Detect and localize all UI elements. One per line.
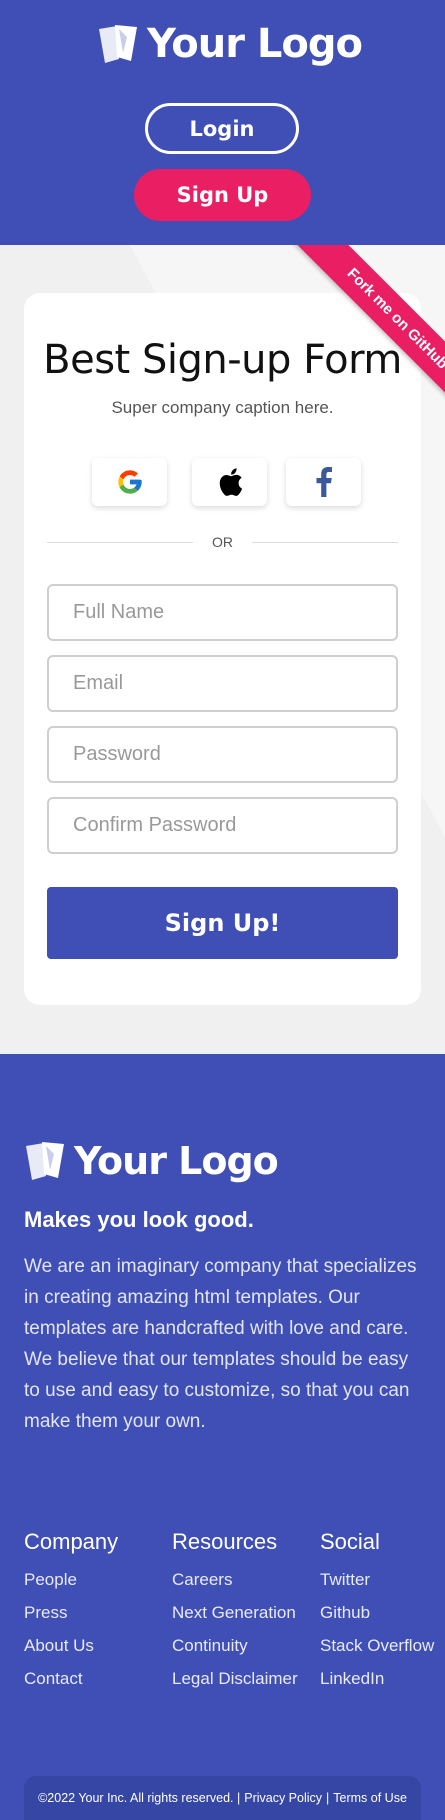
logo-text: Your Logo bbox=[147, 21, 363, 67]
footer-link-legal-disclaimer[interactable]: Legal Disclaimer bbox=[172, 1668, 298, 1701]
footer-link-people[interactable]: People bbox=[24, 1569, 118, 1602]
footer-tagline: Makes you look good. bbox=[24, 1207, 254, 1232]
footer-link-next-generation[interactable]: Next Generation bbox=[172, 1602, 298, 1635]
footer-link-stack-overflow[interactable]: Stack Overflow bbox=[320, 1635, 434, 1668]
site-footer: Your Logo Makes you look good. We are an… bbox=[0, 1054, 445, 1820]
facebook-icon bbox=[316, 467, 332, 497]
password-field[interactable] bbox=[47, 726, 398, 783]
header-logo[interactable]: Your Logo bbox=[97, 20, 363, 68]
footer-about-text: We are an imaginary company that special… bbox=[24, 1256, 417, 1432]
facebook-signin-button[interactable] bbox=[286, 458, 361, 506]
footer-column-social: Social Twitter Github Stack Overflow Lin… bbox=[320, 1529, 434, 1701]
footer-column-title: Company bbox=[24, 1529, 119, 1554]
email-field[interactable] bbox=[47, 655, 398, 712]
footer-link-about-us[interactable]: About Us bbox=[24, 1635, 118, 1668]
fork-on-github-ribbon[interactable]: Fork me on GitHub bbox=[292, 245, 445, 415]
footer-logo[interactable]: Your Logo bbox=[24, 1139, 279, 1183]
privacy-policy-link[interactable]: Privacy Policy bbox=[244, 1791, 322, 1805]
submit-signup-button[interactable]: Sign Up! bbox=[47, 887, 398, 959]
apple-icon bbox=[219, 468, 242, 496]
signup-button[interactable]: Sign Up bbox=[134, 169, 311, 221]
footer-column-company: Company People Press About Us Contact bbox=[24, 1529, 118, 1701]
footer-link-contact[interactable]: Contact bbox=[24, 1668, 118, 1701]
footer-column-title: Social bbox=[320, 1529, 380, 1554]
footer-link-github[interactable]: Github bbox=[320, 1602, 434, 1635]
footer-column-title: Resources bbox=[172, 1529, 278, 1554]
github-ribbon-container: Fork me on GitHub bbox=[275, 245, 445, 415]
footer-link-careers[interactable]: Careers bbox=[172, 1569, 298, 1602]
full-name-field[interactable] bbox=[47, 584, 398, 641]
terms-of-use-link[interactable]: Terms of Use bbox=[333, 1791, 407, 1805]
footer-bottom-bar: ©2022 Your Inc. All rights reserved. | P… bbox=[24, 1776, 421, 1820]
apple-signin-button[interactable] bbox=[192, 458, 267, 506]
divider-right bbox=[252, 542, 398, 543]
logo-mark-icon bbox=[24, 1140, 68, 1182]
login-button[interactable]: Login bbox=[145, 103, 299, 154]
logo-mark-icon bbox=[97, 23, 141, 65]
confirm-password-field[interactable] bbox=[47, 797, 398, 854]
google-signin-button[interactable] bbox=[92, 458, 167, 506]
footer-link-twitter[interactable]: Twitter bbox=[320, 1569, 434, 1602]
copyright-text: ©2022 Your Inc. All rights reserved. | bbox=[38, 1791, 241, 1805]
google-icon bbox=[117, 470, 142, 494]
footer-column-resources: Resources Careers Next Generation Contin… bbox=[172, 1529, 298, 1701]
footer-link-continuity[interactable]: Continuity bbox=[172, 1635, 298, 1668]
footer-separator: | bbox=[326, 1791, 330, 1805]
footer-link-linkedin[interactable]: LinkedIn bbox=[320, 1668, 434, 1701]
footer-link-press[interactable]: Press bbox=[24, 1602, 118, 1635]
site-header: Your Logo Login Sign Up bbox=[0, 0, 445, 245]
footer-logo-text: Your Logo bbox=[74, 1139, 279, 1183]
